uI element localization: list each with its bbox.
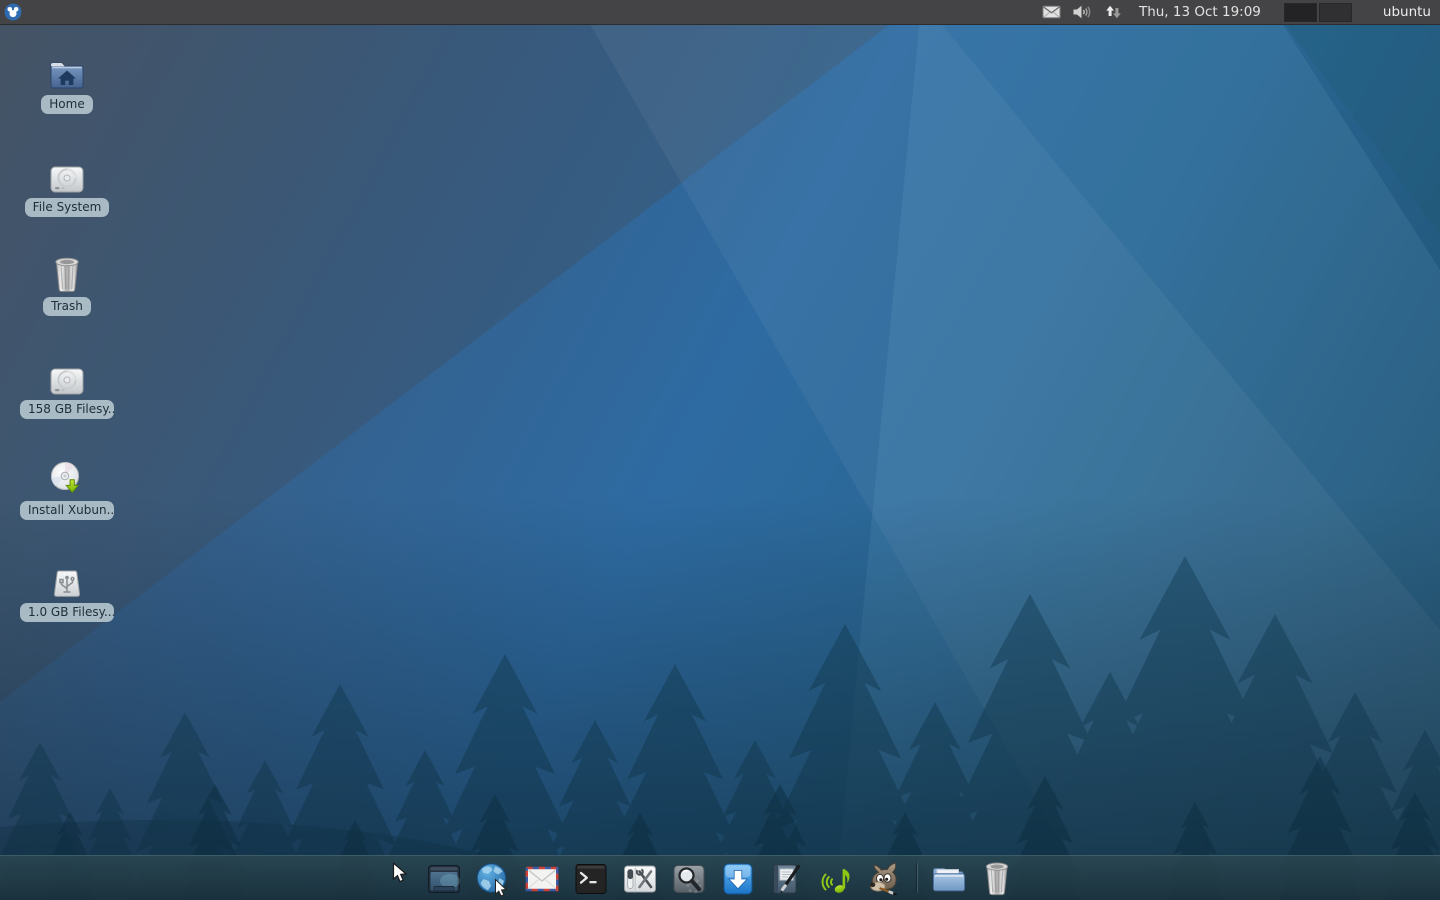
top-panel: Thu, 13 Oct 19:09 ubuntu xyxy=(0,0,1440,25)
hard-drive-icon xyxy=(48,155,86,195)
home-folder-icon xyxy=(48,52,86,92)
notebook-pen-icon xyxy=(769,861,805,897)
mail-icon xyxy=(1042,5,1061,19)
dock-web-browser-button[interactable] xyxy=(473,857,513,897)
desktop-icon-label: 1.0 GB Filesy... xyxy=(20,603,114,622)
desktop-icon-file-system[interactable]: File System xyxy=(19,155,115,217)
music-note-icon xyxy=(818,861,854,897)
workspace-2[interactable] xyxy=(1319,3,1352,22)
hard-drive-icon xyxy=(48,357,86,397)
panel-clock[interactable]: Thu, 13 Oct 19:09 xyxy=(1139,4,1261,20)
desktop-icon-trash[interactable]: Trash xyxy=(19,254,115,316)
folder-icon xyxy=(929,861,967,897)
removable-drive-icon xyxy=(48,560,86,600)
desktop-icon-install-xubuntu[interactable]: Install Xubun... xyxy=(19,458,115,520)
desktop-icon-home[interactable]: Home xyxy=(19,52,115,114)
panel-tray: Thu, 13 Oct 19:09 ubuntu xyxy=(1041,3,1440,22)
globe-browser-icon xyxy=(474,861,511,897)
dock-software-updater-button[interactable] xyxy=(718,857,758,897)
dock-settings-button[interactable] xyxy=(620,857,660,897)
dock-app-finder-button[interactable] xyxy=(669,857,709,897)
username-label: ubuntu xyxy=(1383,4,1431,20)
workspace-switcher xyxy=(1284,3,1352,22)
dock-panel xyxy=(0,855,1440,900)
volume-icon xyxy=(1072,4,1093,20)
airmail-envelope-icon xyxy=(523,861,561,897)
dock-file-manager-button[interactable] xyxy=(424,857,464,897)
desktop-icon-label: Trash xyxy=(43,297,91,316)
dock-mail-button[interactable] xyxy=(522,857,562,897)
dock-folder-button[interactable] xyxy=(928,857,968,897)
mail-tray-button[interactable] xyxy=(1041,5,1062,19)
trash-can-icon xyxy=(50,254,84,294)
trash-can-icon xyxy=(980,860,1014,897)
download-arrow-icon xyxy=(720,861,756,897)
dock-trash-button[interactable] xyxy=(977,857,1017,897)
network-updown-icon xyxy=(1104,4,1123,20)
file-manager-icon xyxy=(425,861,463,897)
gimp-wilber-icon xyxy=(866,861,904,897)
desktop-wallpaper xyxy=(0,0,1440,900)
dock-separator xyxy=(916,863,917,893)
dock-music-player-button[interactable] xyxy=(816,857,856,897)
desktop-icon-label: Home xyxy=(41,95,92,114)
volume-tray-button[interactable] xyxy=(1071,4,1094,20)
dock-terminal-button[interactable] xyxy=(571,857,611,897)
applications-menu-button[interactable] xyxy=(0,0,26,25)
cd-install-icon xyxy=(47,458,87,498)
workspace-1[interactable] xyxy=(1284,3,1317,22)
dock-launcher-group xyxy=(424,857,1017,900)
desktop-icon-label: Install Xubun... xyxy=(20,501,114,520)
desktop-icon-volume-1gb[interactable]: 1.0 GB Filesy... xyxy=(19,560,115,622)
terminal-icon xyxy=(573,861,609,897)
network-tray-button[interactable] xyxy=(1103,4,1124,20)
xubuntu-logo-icon xyxy=(4,3,22,21)
dock-gimp-button[interactable] xyxy=(865,857,905,897)
magnifier-icon xyxy=(671,861,707,897)
dock-text-editor-button[interactable] xyxy=(767,857,807,897)
desktop-icon-label: File System xyxy=(25,198,110,217)
desktop-icon-volume-158gb[interactable]: 158 GB Filesy... xyxy=(19,357,115,419)
settings-tools-icon xyxy=(621,861,659,897)
desktop-icon-label: 158 GB Filesy... xyxy=(20,400,114,419)
